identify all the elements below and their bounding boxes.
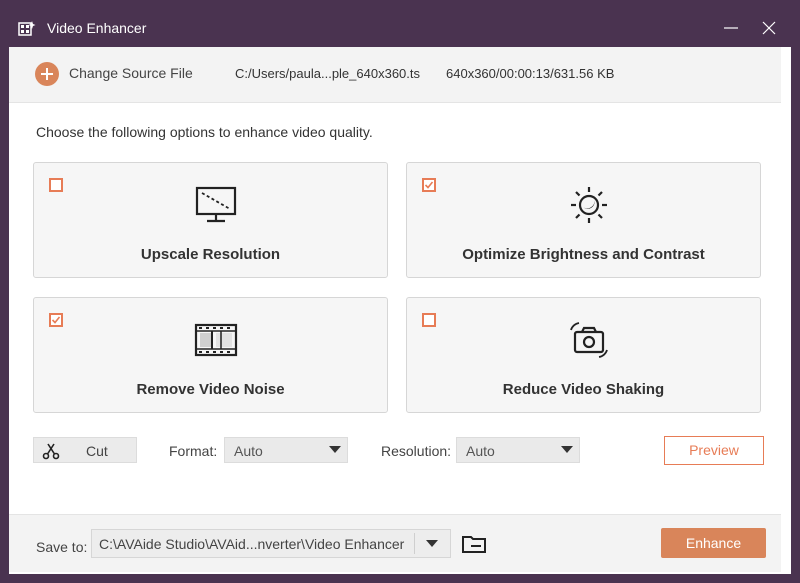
- instruction-text: Choose the following options to enhance …: [36, 124, 373, 140]
- chevron-down-icon: [329, 446, 341, 453]
- option-label: Optimize Brightness and Contrast: [462, 246, 705, 263]
- scissors-icon: [42, 443, 60, 460]
- monitor-icon: [195, 186, 237, 223]
- folder-icon[interactable]: [461, 534, 487, 554]
- reduce-shaking-checkbox[interactable]: [422, 313, 436, 327]
- checkmark-icon: [51, 316, 61, 324]
- option-remove-video-noise[interactable]: Remove Video Noise: [33, 297, 388, 413]
- add-circle-icon[interactable]: [35, 62, 59, 86]
- upscale-resolution-checkbox[interactable]: [49, 178, 63, 192]
- save-path-dropdown[interactable]: C:\AVAide Studio\AVAid...nverter\Video E…: [91, 529, 451, 558]
- footer-bar: Save to: C:\AVAide Studio\AVAid...nverte…: [9, 514, 781, 572]
- format-label: Format:: [169, 443, 218, 459]
- brightness-icon: [571, 187, 607, 223]
- option-reduce-video-shaking[interactable]: Reduce Video Shaking: [406, 297, 761, 413]
- video-enhancer-window: Video Enhancer Change Source File C:/Use…: [9, 9, 791, 574]
- source-file-info: 640x360/00:00:13/631.56 KB: [446, 66, 615, 81]
- option-label: Remove Video Noise: [136, 381, 285, 398]
- cut-label: Cut: [86, 443, 108, 459]
- optimize-brightness-checkbox[interactable]: [422, 178, 436, 192]
- cut-button[interactable]: Cut: [33, 437, 137, 463]
- resolution-value: Auto: [466, 443, 495, 459]
- dropdown-divider: [414, 533, 415, 554]
- option-upscale-resolution[interactable]: Upscale Resolution: [33, 162, 388, 278]
- resolution-label: Resolution:: [381, 443, 452, 459]
- minimize-icon[interactable]: [721, 18, 741, 38]
- remove-noise-checkbox[interactable]: [49, 313, 63, 327]
- option-label: Reduce Video Shaking: [502, 381, 665, 398]
- change-source-file-button[interactable]: Change Source File: [69, 65, 193, 81]
- window-title: Video Enhancer: [47, 20, 147, 36]
- format-value: Auto: [234, 443, 263, 459]
- source-file-path: C:/Users/paula...ple_640x360.ts: [235, 66, 420, 81]
- save-path-value: C:\AVAide Studio\AVAid...nverter\Video E…: [99, 536, 405, 552]
- enhance-button[interactable]: Enhance: [661, 528, 766, 558]
- title-bar: Video Enhancer: [9, 9, 791, 47]
- camera-stabilize-icon: [570, 322, 608, 358]
- close-icon[interactable]: [759, 18, 779, 38]
- chevron-down-icon: [561, 446, 573, 453]
- resolution-select[interactable]: Auto: [456, 437, 580, 463]
- option-optimize-brightness[interactable]: Optimize Brightness and Contrast: [406, 162, 761, 278]
- option-label: Upscale Resolution: [140, 246, 281, 263]
- save-to-label: Save to:: [36, 539, 88, 555]
- app-icon: [18, 21, 36, 36]
- chevron-down-icon[interactable]: [426, 540, 438, 548]
- preview-button[interactable]: Preview: [664, 436, 764, 465]
- checkmark-icon: [424, 181, 434, 189]
- source-file-bar: Change Source File C:/Users/paula...ple_…: [9, 47, 781, 103]
- film-icon: [194, 323, 238, 357]
- format-select[interactable]: Auto: [224, 437, 348, 463]
